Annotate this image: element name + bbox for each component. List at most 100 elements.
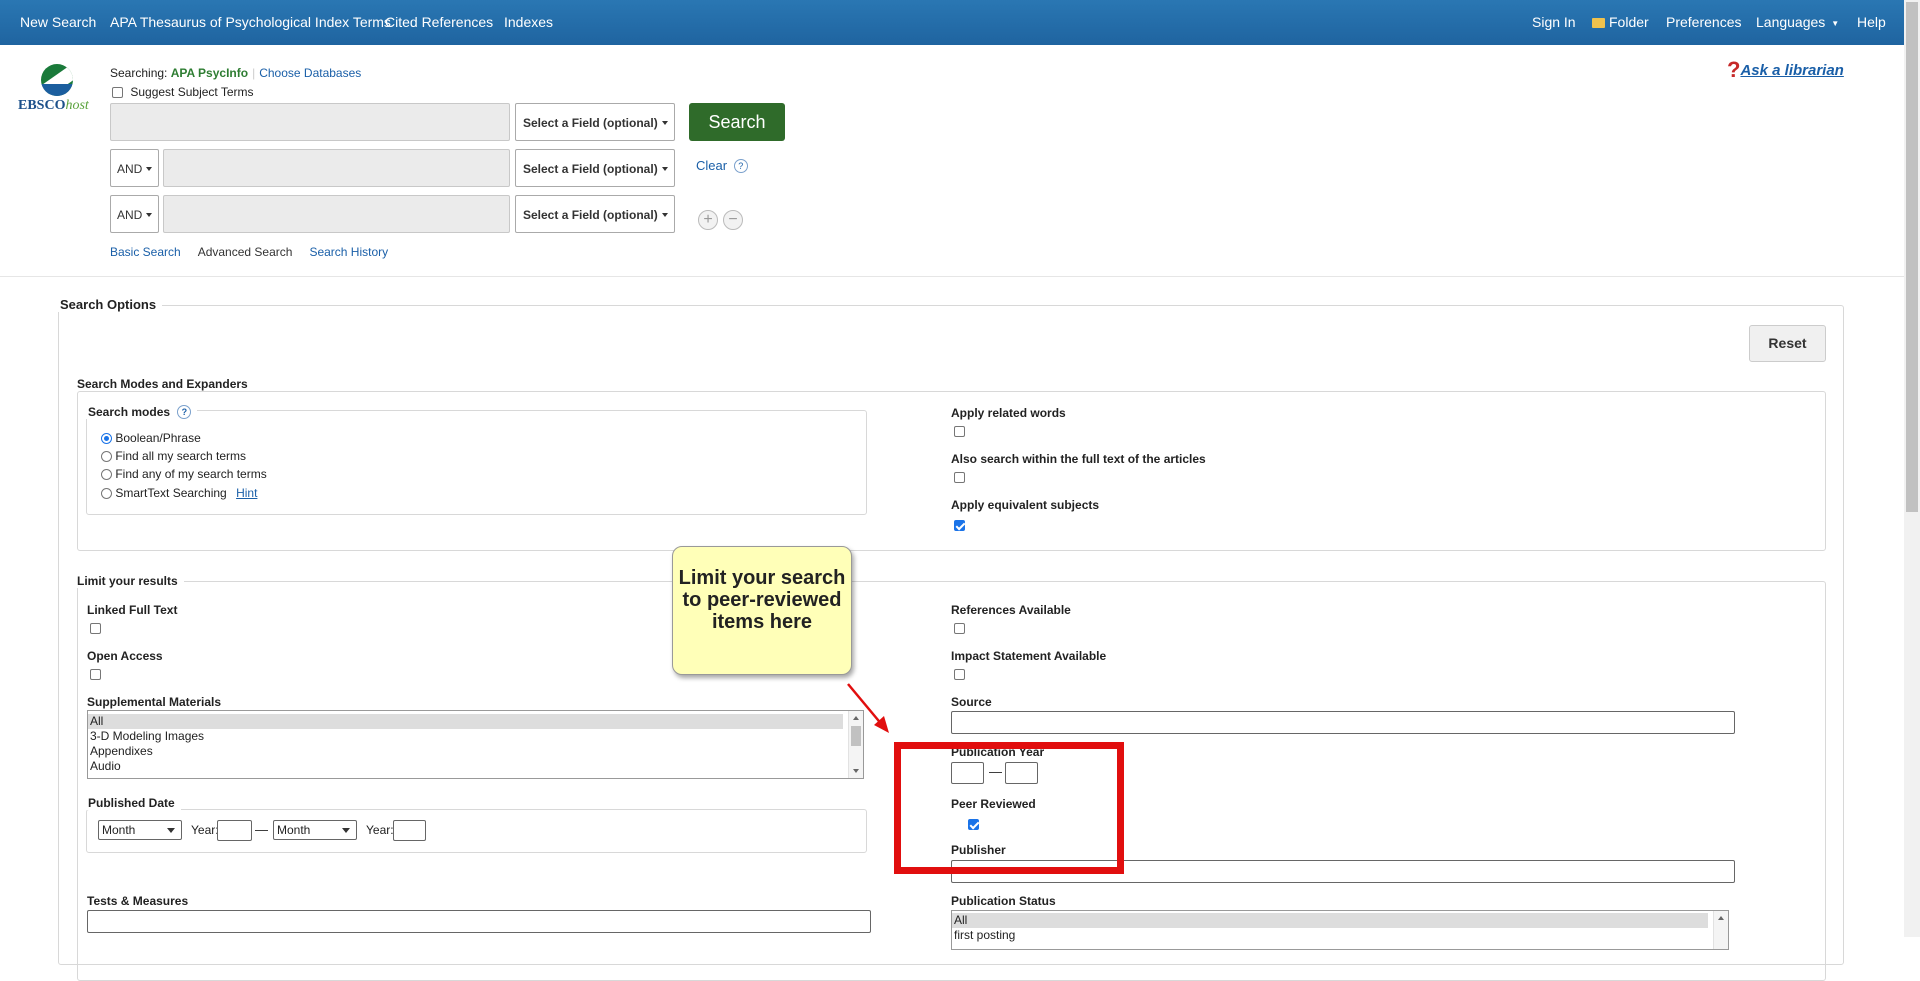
apply-equivalent-subjects-checkbox[interactable] bbox=[954, 520, 965, 531]
nav-help[interactable]: Help bbox=[1857, 14, 1886, 30]
linked-full-text-label: Linked Full Text bbox=[87, 603, 178, 617]
search-options-title: Search Options bbox=[58, 297, 163, 312]
search-input-2[interactable] bbox=[163, 149, 510, 187]
mode-smarttext-radio[interactable] bbox=[101, 488, 112, 499]
apply-related-words-checkbox[interactable] bbox=[954, 426, 965, 437]
mode-find-all[interactable]: Find all my search terms bbox=[101, 449, 246, 463]
list-item[interactable]: Audio bbox=[88, 759, 863, 774]
chevron-down-icon bbox=[342, 828, 350, 833]
nav-languages[interactable]: Languages ▼ bbox=[1756, 14, 1839, 30]
operator-select-2[interactable]: AND bbox=[110, 149, 159, 187]
impact-statement-checkbox[interactable] bbox=[954, 669, 965, 680]
suggest-subject-terms: Suggest Subject Terms bbox=[112, 85, 254, 99]
tab-advanced-search[interactable]: Advanced Search bbox=[198, 245, 293, 259]
nav-new-search[interactable]: New Search bbox=[20, 14, 96, 30]
search-tabs: Basic Search Advanced Search Search Histor… bbox=[110, 245, 405, 259]
scroll-down-icon[interactable] bbox=[853, 769, 859, 773]
ebsco-logo-icon bbox=[41, 64, 73, 96]
mode-find-any-label: Find any of my search terms bbox=[115, 467, 267, 481]
references-available-checkbox[interactable] bbox=[954, 623, 965, 634]
listbox-scrollbar[interactable] bbox=[1713, 911, 1728, 949]
date-range-dash: — bbox=[255, 822, 268, 837]
tab-basic-search[interactable]: Basic Search bbox=[110, 245, 181, 259]
help-icon[interactable]: ? bbox=[733, 159, 748, 173]
list-item[interactable]: 3-D Modeling Images bbox=[88, 729, 863, 744]
full-text-search-label: Also search within the full text of the … bbox=[951, 452, 1206, 466]
searching-line: Searching: APA PsycInfo | Choose Databases bbox=[110, 66, 361, 80]
start-year-label: Year: bbox=[191, 823, 219, 837]
published-date-label: Published Date bbox=[86, 796, 181, 810]
mode-find-any-radio[interactable] bbox=[101, 469, 112, 480]
mode-find-all-radio[interactable] bbox=[101, 451, 112, 462]
nav-preferences[interactable]: Preferences bbox=[1666, 14, 1741, 30]
separator: | bbox=[252, 66, 256, 80]
choose-databases-link[interactable]: Choose Databases bbox=[259, 66, 361, 80]
nav-indexes[interactable]: Indexes bbox=[504, 14, 553, 30]
ask-a-librarian-link[interactable]: ?Ask a librarian bbox=[1727, 57, 1844, 83]
suggest-subject-terms-checkbox[interactable] bbox=[112, 87, 123, 98]
chevron-down-icon bbox=[661, 213, 668, 217]
tests-measures-input[interactable] bbox=[87, 910, 871, 933]
source-input[interactable] bbox=[951, 711, 1735, 734]
hint-link[interactable]: Hint bbox=[236, 486, 257, 500]
add-row-button[interactable]: + bbox=[698, 210, 718, 230]
modes-expanders-title: Search Modes and Expanders bbox=[75, 377, 254, 391]
chevron-down-icon bbox=[167, 828, 175, 833]
apply-related-words-label: Apply related words bbox=[951, 406, 1066, 420]
mode-find-any[interactable]: Find any of my search terms bbox=[101, 467, 267, 481]
question-mark-icon: ? bbox=[1727, 57, 1741, 82]
list-item[interactable]: first posting bbox=[952, 928, 1728, 943]
page-scrollbar-thumb[interactable] bbox=[1906, 2, 1918, 512]
clear-link[interactable]: Clear bbox=[696, 158, 727, 173]
field-select-2[interactable]: Select a Field (optional) bbox=[515, 149, 675, 187]
search-input-1[interactable] bbox=[110, 103, 510, 141]
list-item[interactable]: All bbox=[952, 913, 1708, 928]
logo-wordmark: EBSCOhost bbox=[18, 98, 89, 114]
supplemental-materials-listbox[interactable]: All 3-D Modeling Images Appendixes Audio bbox=[87, 710, 864, 779]
publication-status-listbox[interactable]: All first posting bbox=[951, 910, 1729, 950]
published-date-start-month[interactable]: Month bbox=[98, 820, 182, 840]
peer-reviewed-highlight bbox=[894, 742, 1124, 874]
field-select-1[interactable]: Select a Field (optional) bbox=[515, 103, 675, 141]
list-item[interactable]: Appendixes bbox=[88, 744, 863, 759]
peer-review-callout: Limit your search to peer-reviewed items… bbox=[672, 546, 852, 675]
logo-main-text: EBSCO bbox=[18, 98, 66, 113]
end-month-label: Month bbox=[277, 823, 311, 837]
list-item[interactable]: All bbox=[88, 714, 843, 729]
search-button[interactable]: Search bbox=[689, 103, 785, 141]
page-scrollbar[interactable] bbox=[1904, 0, 1920, 937]
mode-boolean-radio[interactable] bbox=[101, 433, 112, 444]
folder-icon bbox=[1592, 18, 1605, 28]
chevron-down-icon bbox=[661, 167, 668, 171]
nav-folder[interactable]: Folder bbox=[1592, 14, 1649, 30]
operator-select-3[interactable]: AND bbox=[110, 195, 159, 233]
mode-find-all-label: Find all my search terms bbox=[115, 449, 247, 463]
field-select-2-label: Select a Field (optional) bbox=[523, 162, 658, 176]
full-text-search-checkbox[interactable] bbox=[954, 472, 965, 483]
chevron-down-icon bbox=[146, 213, 153, 217]
chevron-down-icon bbox=[661, 121, 668, 125]
nav-thesaurus[interactable]: APA Thesaurus of Psychological Index Ter… bbox=[110, 14, 391, 30]
open-access-checkbox[interactable] bbox=[90, 669, 101, 680]
field-select-3[interactable]: Select a Field (optional) bbox=[515, 195, 675, 233]
nav-cited-references[interactable]: Cited References bbox=[385, 14, 493, 30]
published-date-start-year[interactable] bbox=[217, 820, 252, 841]
ebscohost-logo[interactable]: EBSCOhost bbox=[18, 62, 94, 118]
ask-a-librarian-label: Ask a librarian bbox=[1740, 62, 1844, 79]
open-access-label: Open Access bbox=[87, 649, 163, 663]
supplemental-materials-label: Supplemental Materials bbox=[87, 695, 222, 709]
remove-row-button[interactable]: − bbox=[723, 210, 743, 230]
reset-button[interactable]: Reset bbox=[1749, 325, 1826, 362]
published-date-end-year[interactable] bbox=[393, 820, 426, 841]
linked-full-text-checkbox[interactable] bbox=[90, 623, 101, 634]
mode-boolean-label: Boolean/Phrase bbox=[115, 431, 201, 445]
help-icon[interactable]: ? bbox=[177, 405, 192, 419]
search-input-3[interactable] bbox=[163, 195, 510, 233]
mode-boolean-phrase[interactable]: Boolean/Phrase bbox=[101, 431, 201, 445]
nav-sign-in[interactable]: Sign In bbox=[1532, 14, 1576, 30]
published-date-end-month[interactable]: Month bbox=[273, 820, 357, 840]
nav-languages-label: Languages bbox=[1756, 14, 1826, 30]
mode-smarttext[interactable]: SmartText Searching Hint bbox=[101, 486, 257, 500]
scroll-up-icon[interactable] bbox=[1718, 916, 1724, 920]
tab-search-history[interactable]: Search History bbox=[309, 245, 388, 259]
